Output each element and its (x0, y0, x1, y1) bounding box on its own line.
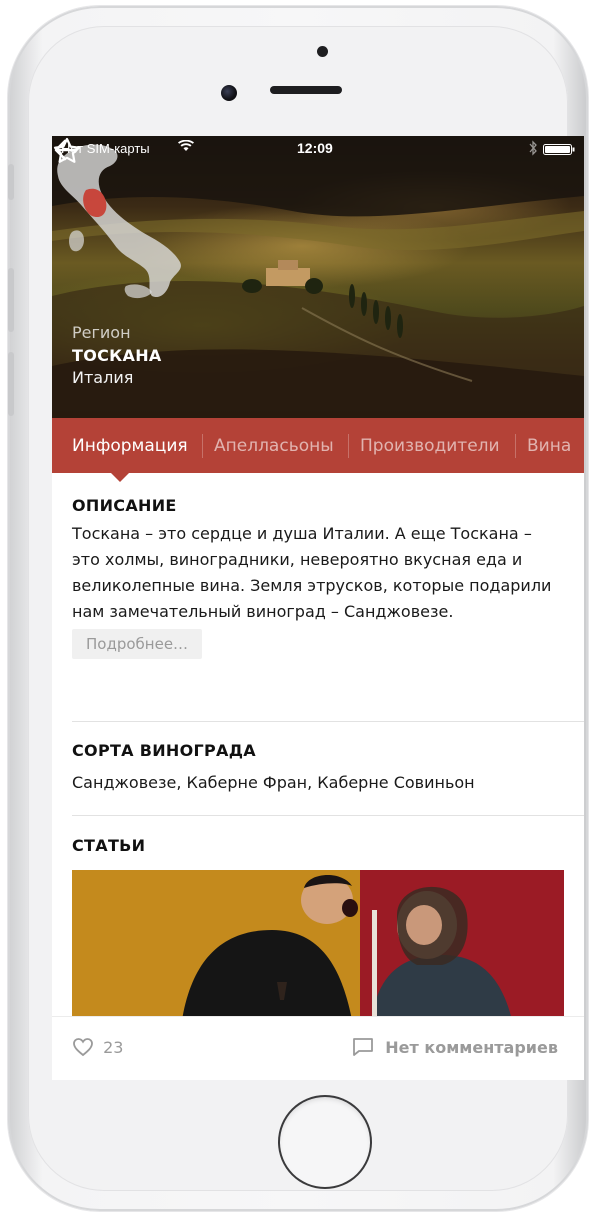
proximity-sensor (317, 46, 328, 57)
volume-up-button (8, 268, 14, 332)
front-camera (221, 85, 237, 101)
article-image[interactable] (72, 870, 564, 1020)
status-time: 12:09 (297, 140, 333, 156)
articles-title: СТАТЬИ (72, 836, 146, 855)
grapes-section: СОРТА ВИНОГРАДА Санджовезе, Каберне Фран… (72, 741, 564, 796)
grapes-text: Санджовезе, Каберне Фран, Каберне Совинь… (72, 773, 475, 792)
region-kind-label: Регион (72, 323, 131, 342)
description-section: ОПИСАНИЕ Тоскана – это сердце и душа Ита… (72, 496, 564, 659)
heart-icon (73, 1038, 93, 1057)
favorite-star-icon[interactable] (52, 136, 82, 166)
tab-divider (348, 434, 349, 458)
section-divider (72, 721, 584, 722)
region-hero-image: Нет SIM-карты 12:09 Регион ТОСКАНА Итали… (52, 136, 584, 418)
volume-down-button (8, 352, 14, 416)
section-divider (72, 815, 584, 816)
description-text: Тоскана – это сердце и душа Италии. А ещ… (72, 524, 552, 621)
status-bar: Нет SIM-карты 12:09 (52, 136, 584, 160)
mute-switch (8, 164, 14, 200)
read-more-button[interactable]: Подробнее… (72, 629, 203, 659)
description-title: ОПИСАНИЕ (72, 496, 177, 515)
comments-label: Нет комментариев (385, 1038, 558, 1057)
comments-button[interactable]: Нет комментариев (352, 1037, 558, 1057)
active-tab-indicator (110, 472, 130, 482)
tab-information[interactable]: Информация (72, 418, 188, 473)
comment-icon (352, 1038, 373, 1056)
tab-wines[interactable]: Вина (527, 418, 571, 473)
tab-divider (202, 434, 203, 458)
wifi-icon (178, 140, 194, 151)
likes-count: 23 (103, 1038, 124, 1057)
grapes-title: СОРТА ВИНОГРАДА (72, 741, 256, 760)
earpiece-speaker (270, 86, 342, 94)
articles-section: СТАТЬИ (72, 836, 564, 855)
tab-divider (515, 434, 516, 458)
section-tabs: Информация Апелласьоны Производители Вин… (52, 418, 584, 482)
region-name: ТОСКАНА (72, 346, 162, 365)
region-country: Италия (72, 368, 134, 387)
region-caption: Регион ТОСКАНА Италия (72, 322, 162, 388)
bluetooth-icon (529, 140, 537, 156)
battery-icon (543, 144, 575, 155)
tab-appellations[interactable]: Апелласьоны (214, 418, 334, 473)
likes-button[interactable]: 23 (72, 1037, 123, 1057)
tab-producers[interactable]: Производители (360, 418, 500, 473)
bottom-action-bar: 23 Нет комментариев (52, 1016, 584, 1080)
home-button[interactable] (278, 1095, 372, 1189)
app-screen: Нет SIM-карты 12:09 Регион ТОСКАНА Итали… (52, 136, 584, 1080)
article-photo (72, 870, 564, 1020)
